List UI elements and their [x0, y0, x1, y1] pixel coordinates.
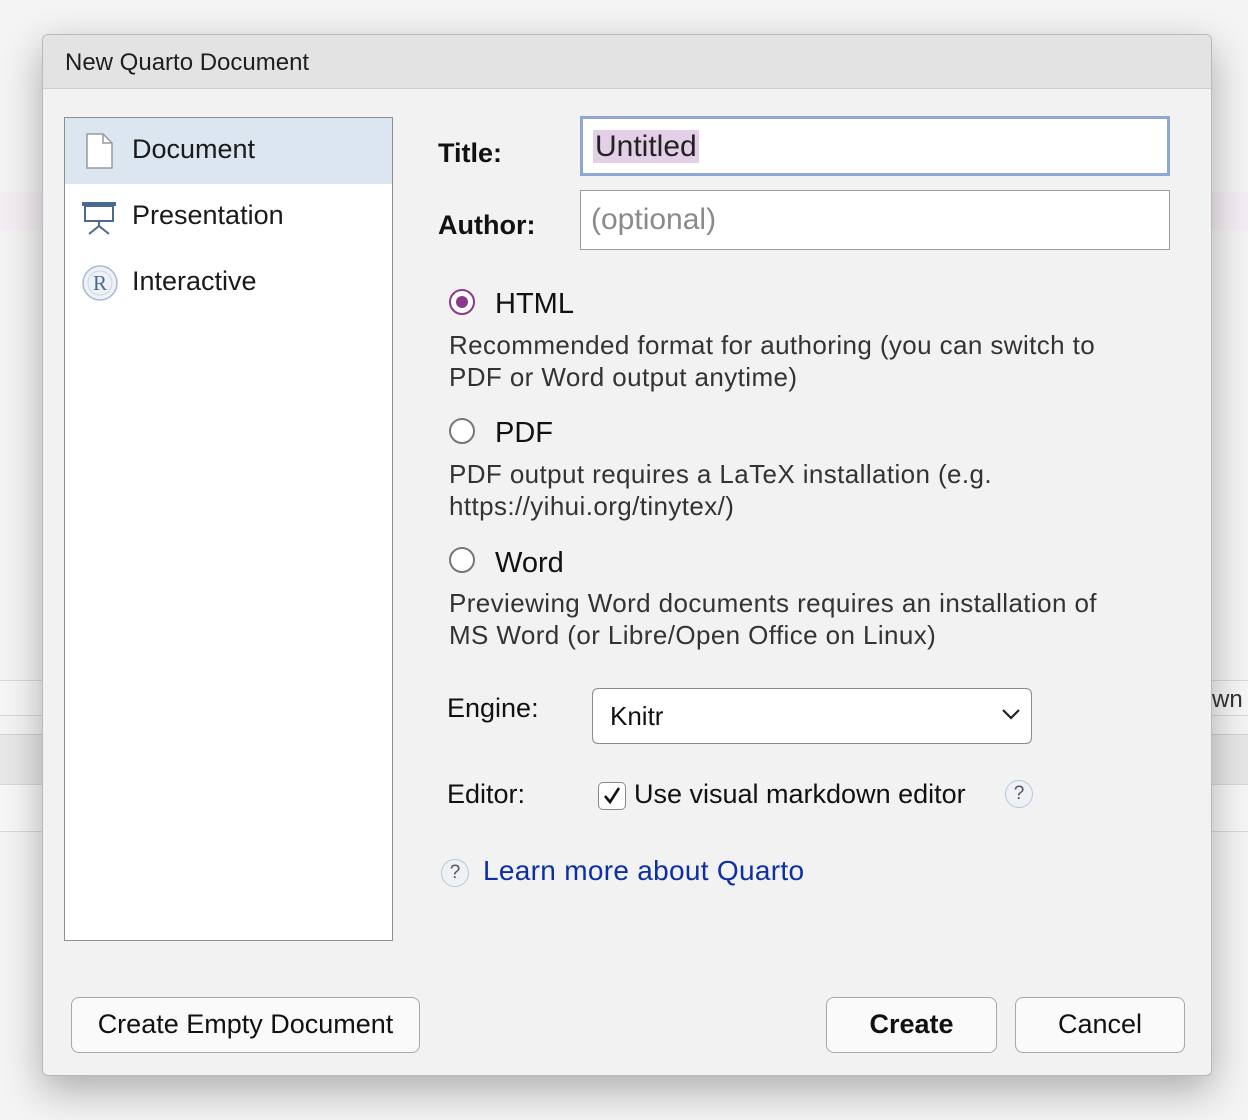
presentation-icon [81, 198, 117, 236]
svg-text:R: R [93, 271, 107, 295]
dialog-title: New Quarto Document [65, 49, 310, 76]
background-partial-text: wn [1212, 686, 1243, 713]
sidebar-item-document[interactable]: Document [65, 118, 392, 184]
format-label-pdf[interactable]: PDF [495, 417, 553, 450]
editor-label: Editor: [447, 779, 526, 809]
dialog-titlebar: New Quarto Document [43, 35, 1211, 89]
format-description: Recommended format for authoring (you ca… [449, 330, 1096, 360]
sidebar-item-presentation[interactable]: Presentation [65, 184, 392, 250]
format-description: MS Word (or Libre/Open Office on Linux) [449, 620, 937, 650]
r-logo-icon: R [81, 264, 118, 302]
create-button[interactable]: Create [826, 997, 997, 1053]
visual-editor-checkbox[interactable] [598, 782, 626, 810]
format-description: PDF output requires a LaTeX installation… [449, 459, 993, 489]
format-description: https://yihui.org/tinytex/) [449, 491, 735, 521]
author-input[interactable]: (optional) [580, 190, 1170, 250]
title-input-value: Untitled [593, 130, 699, 163]
checkmark-icon [604, 787, 621, 805]
engine-select-value: Knitr [610, 701, 664, 731]
format-radio-word[interactable] [449, 547, 475, 573]
cancel-button[interactable]: Cancel [1015, 997, 1185, 1053]
chevron-down-icon [1001, 707, 1021, 721]
engine-select[interactable]: Knitr [592, 688, 1032, 744]
format-label-word[interactable]: Word [495, 547, 564, 580]
format-description: PDF or Word output anytime) [449, 362, 798, 392]
sidebar-item-interactive[interactable]: R Interactive [65, 250, 392, 316]
author-input-placeholder: (optional) [591, 203, 717, 236]
document-type-list: Document Presentation R Interactive [64, 117, 393, 941]
format-radio-html[interactable] [449, 289, 475, 315]
help-icon[interactable]: ? [1005, 780, 1033, 808]
format-radio-pdf[interactable] [449, 418, 475, 444]
title-label: Title: [438, 138, 503, 168]
format-description: Previewing Word documents requires an in… [449, 588, 1097, 618]
visual-editor-checkbox-label[interactable]: Use visual markdown editor [634, 779, 966, 810]
new-quarto-document-dialog: New Quarto Document Document Presentatio… [42, 34, 1212, 1076]
sidebar-item-label: Interactive [132, 266, 257, 296]
create-empty-document-button[interactable]: Create Empty Document [71, 997, 420, 1053]
engine-label: Engine: [447, 693, 539, 723]
format-label-html[interactable]: HTML [495, 288, 574, 321]
document-icon [81, 132, 117, 170]
author-label: Author: [438, 210, 536, 240]
sidebar-item-label: Document [132, 134, 256, 164]
title-input[interactable]: Untitled [580, 116, 1170, 176]
sidebar-item-label: Presentation [132, 200, 284, 230]
learn-more-link[interactable]: Learn more about Quarto [483, 855, 804, 887]
help-icon: ? [441, 859, 469, 887]
